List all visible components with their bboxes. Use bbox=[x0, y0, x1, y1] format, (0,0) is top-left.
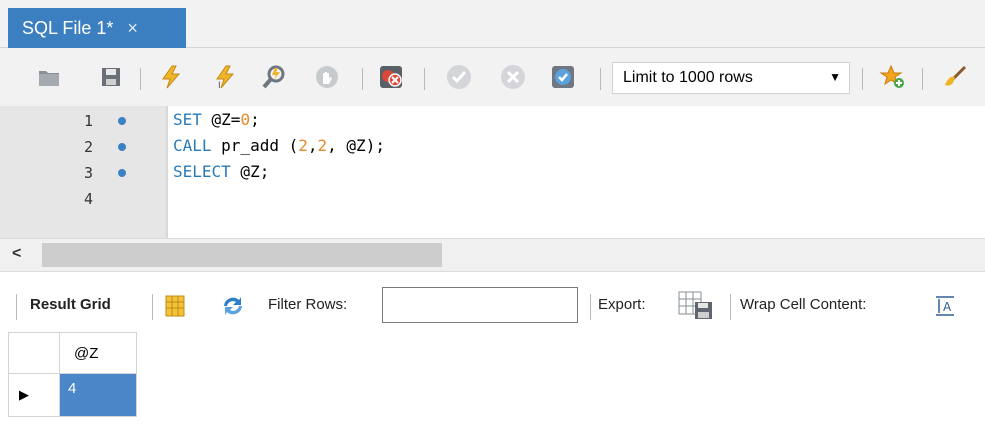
editor-tab-bar: SQL File 1* × bbox=[0, 0, 985, 48]
line-number: 3 bbox=[84, 164, 94, 182]
code-line-1: SET @Z=0; bbox=[173, 110, 260, 129]
result-cell-value: 4 bbox=[68, 380, 77, 397]
form-editor-icon[interactable] bbox=[164, 294, 186, 322]
result-toolbar: Result Grid Filter Rows: Export: Wrap Ce… bbox=[0, 282, 985, 332]
filter-rows-input[interactable] bbox=[382, 287, 578, 323]
sql-editor-toolbar: I Limit to 1000 rows ▼ bbox=[0, 48, 985, 106]
toolbar-separator bbox=[922, 68, 923, 90]
export-icon[interactable] bbox=[678, 291, 714, 325]
close-tab-icon[interactable]: × bbox=[127, 18, 138, 39]
toolbar-separator bbox=[152, 294, 153, 320]
filter-rows-label: Filter Rows: bbox=[268, 296, 348, 313]
scroll-left-icon[interactable]: < bbox=[12, 245, 21, 263]
limit-rows-select[interactable]: Limit to 1000 rows ▼ bbox=[612, 62, 850, 94]
toolbar-separator bbox=[862, 68, 863, 90]
statement-bullet-icon bbox=[118, 117, 126, 125]
explain-icon[interactable] bbox=[260, 62, 290, 92]
toolbar-separator bbox=[730, 294, 731, 320]
execute-icon[interactable] bbox=[156, 62, 186, 92]
keyword: SELECT bbox=[173, 162, 231, 181]
toolbar-separator bbox=[590, 294, 591, 320]
result-grid-tab[interactable]: Result Grid bbox=[30, 296, 111, 313]
number-literal: 2 bbox=[317, 136, 328, 155]
row-pointer-icon: ▶ bbox=[19, 387, 29, 402]
horizontal-scrollbar[interactable]: < bbox=[0, 238, 985, 272]
line-number: 4 bbox=[84, 190, 94, 208]
svg-text:I: I bbox=[218, 81, 221, 90]
code-text: @Z; bbox=[230, 162, 270, 181]
result-cell[interactable]: 4 bbox=[59, 373, 137, 417]
statement-bullet-icon bbox=[118, 143, 126, 151]
folder-icon[interactable] bbox=[34, 62, 64, 92]
code-text: @Z= bbox=[201, 110, 241, 129]
tab-sql-file[interactable]: SQL File 1* × bbox=[8, 8, 186, 48]
keyword: CALL bbox=[173, 136, 212, 155]
refresh-icon[interactable] bbox=[220, 293, 246, 323]
code-text: , bbox=[307, 136, 318, 155]
execute-current-icon[interactable]: I bbox=[210, 62, 240, 92]
statement-bullet-icon bbox=[118, 169, 126, 177]
code-text: ; bbox=[250, 110, 260, 129]
sql-editor[interactable]: 1 2 3 4 SET @Z=0; CALL pr_add (2,2, @Z);… bbox=[0, 106, 985, 238]
row-marker-cell[interactable]: ▶ bbox=[8, 373, 60, 417]
toolbar-separator bbox=[424, 68, 425, 90]
tab-title: SQL File 1* bbox=[22, 17, 114, 38]
code-text: pr_add ( bbox=[211, 136, 299, 155]
scrollbar-thumb[interactable] bbox=[42, 243, 442, 267]
wrap-cell-label: Wrap Cell Content: bbox=[740, 296, 867, 313]
column-header[interactable]: @Z bbox=[59, 332, 137, 374]
code-line-3: SELECT @Z; bbox=[173, 162, 269, 181]
dropdown-arrow-icon: ▼ bbox=[829, 70, 841, 84]
commit-icon[interactable] bbox=[444, 62, 474, 92]
toolbar-separator bbox=[362, 68, 363, 90]
grid-corner-cell bbox=[8, 332, 60, 374]
line-number: 2 bbox=[84, 138, 94, 156]
keyword: SET bbox=[173, 110, 202, 129]
code-line-2: CALL pr_add (2,2, @Z); bbox=[173, 136, 385, 155]
svg-text:A: A bbox=[943, 300, 952, 314]
stop-icon[interactable] bbox=[312, 62, 342, 92]
number-literal: 0 bbox=[240, 110, 251, 129]
number-literal: 2 bbox=[298, 136, 308, 155]
line-number: 1 bbox=[84, 112, 94, 130]
save-icon[interactable] bbox=[96, 62, 126, 92]
toggle-error-icon[interactable] bbox=[376, 62, 406, 92]
wrap-cell-icon[interactable]: A bbox=[934, 295, 956, 321]
limit-rows-label: Limit to 1000 rows bbox=[623, 69, 753, 86]
toolbar-separator bbox=[600, 68, 601, 90]
column-header-label: @Z bbox=[74, 344, 99, 362]
rollback-icon[interactable] bbox=[498, 62, 528, 92]
beautify-icon[interactable] bbox=[940, 62, 970, 92]
toolbar-separator bbox=[140, 68, 141, 90]
bookmark-icon[interactable] bbox=[878, 62, 908, 92]
code-text: , @Z); bbox=[327, 136, 385, 155]
autocommit-icon[interactable] bbox=[548, 62, 578, 92]
export-label: Export: bbox=[598, 296, 646, 313]
toolbar-separator bbox=[16, 294, 17, 320]
